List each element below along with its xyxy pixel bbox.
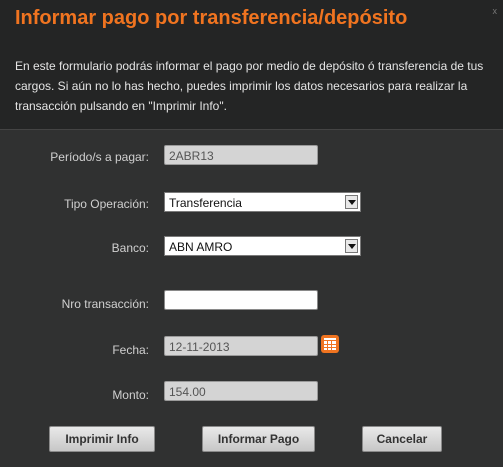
- banco-value: ABN AMRO: [169, 240, 233, 254]
- banco-label: Banco:: [111, 241, 149, 255]
- tipo-operacion-value: Transferencia: [169, 196, 242, 210]
- periodo-field: 2ABR13: [164, 145, 318, 165]
- nro-transaccion-input[interactable]: [164, 290, 318, 310]
- chevron-down-icon: [345, 195, 358, 209]
- tipo-operacion-label: Tipo Operación:: [64, 197, 149, 211]
- calendar-icon-top: [324, 338, 336, 340]
- tipo-operacion-select[interactable]: Transferencia: [164, 192, 361, 212]
- fecha-field: 12-11-2013: [164, 336, 318, 356]
- fecha-label: Fecha:: [112, 343, 149, 357]
- nro-transaccion-label: Nro transacción:: [61, 297, 149, 311]
- banco-select[interactable]: ABN AMRO: [164, 236, 361, 256]
- cancelar-button[interactable]: Cancelar: [362, 426, 442, 452]
- chevron-down-icon: [345, 239, 358, 253]
- monto-field: 154.00: [164, 381, 318, 401]
- payment-dialog: Informar pago por transferencia/depósito…: [0, 0, 503, 467]
- dialog-description: En este formulario podrás informar el pa…: [15, 59, 484, 113]
- informar-pago-button[interactable]: Informar Pago: [202, 426, 315, 452]
- imprimir-info-button[interactable]: Imprimir Info: [49, 426, 155, 452]
- calendar-icon[interactable]: [321, 335, 339, 353]
- monto-label: Monto:: [112, 388, 149, 402]
- close-button[interactable]: x: [493, 6, 498, 16]
- periodo-label: Período/s a pagar:: [50, 150, 149, 164]
- dialog-title: Informar pago por transferencia/depósito: [15, 7, 408, 29]
- calendar-icon-grid: [324, 341, 336, 350]
- dialog-header: Informar pago por transferencia/depósito…: [0, 0, 503, 130]
